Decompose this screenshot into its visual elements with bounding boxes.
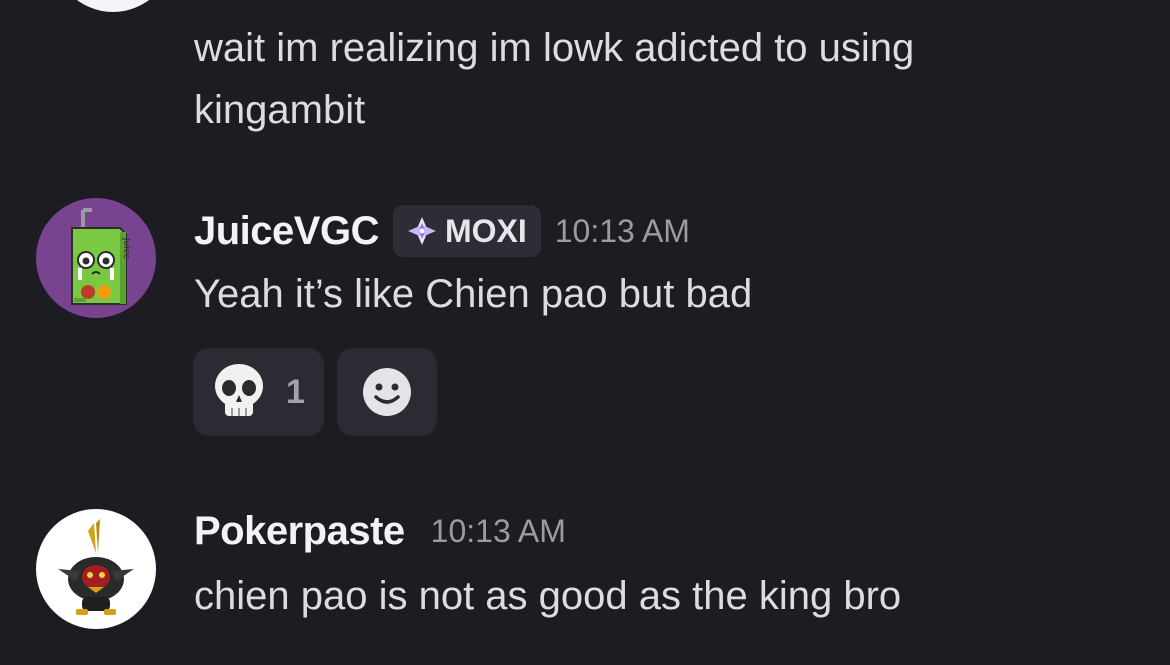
username[interactable]: JuiceVGC: [194, 209, 379, 254]
message-text: kingambit: [194, 88, 366, 132]
message-text: chien pao is not as good as the king bro: [194, 574, 902, 618]
pokerpaste-avatar[interactable]: [36, 509, 156, 629]
message-text: wait im realizing im lowk adicted to usi…: [194, 26, 915, 70]
diamond-sparkle-icon: [405, 214, 439, 248]
message-header: JuiceVGC MOXI 10:13 AM: [194, 203, 690, 259]
add-reaction-button[interactable]: [337, 348, 437, 436]
kingambit-icon: [58, 519, 134, 615]
timestamp: 10:13 AM: [554, 212, 690, 249]
timestamp: 10:13 AM: [430, 512, 566, 549]
reaction-skull[interactable]: 1: [193, 348, 324, 436]
reaction-count: 1: [286, 372, 305, 411]
skull-icon: [212, 362, 266, 422]
user-avatar[interactable]: [53, 0, 173, 12]
message-header: Pokerpaste 10:13 AM: [194, 503, 566, 559]
juice-box-icon: Juice: [71, 208, 131, 305]
chat-view: wait im realizing im lowk adicted to usi…: [0, 0, 1170, 665]
username[interactable]: Pokerpaste: [194, 509, 405, 554]
role-tag[interactable]: MOXI: [392, 205, 541, 257]
juicevgc-avatar[interactable]: Juice: [36, 198, 156, 318]
juice-label: Juice: [121, 237, 131, 260]
smiley-face-icon: [362, 367, 412, 417]
message-text: Yeah it’s like Chien pao but bad: [194, 272, 753, 316]
role-name: MOXI: [444, 212, 527, 249]
